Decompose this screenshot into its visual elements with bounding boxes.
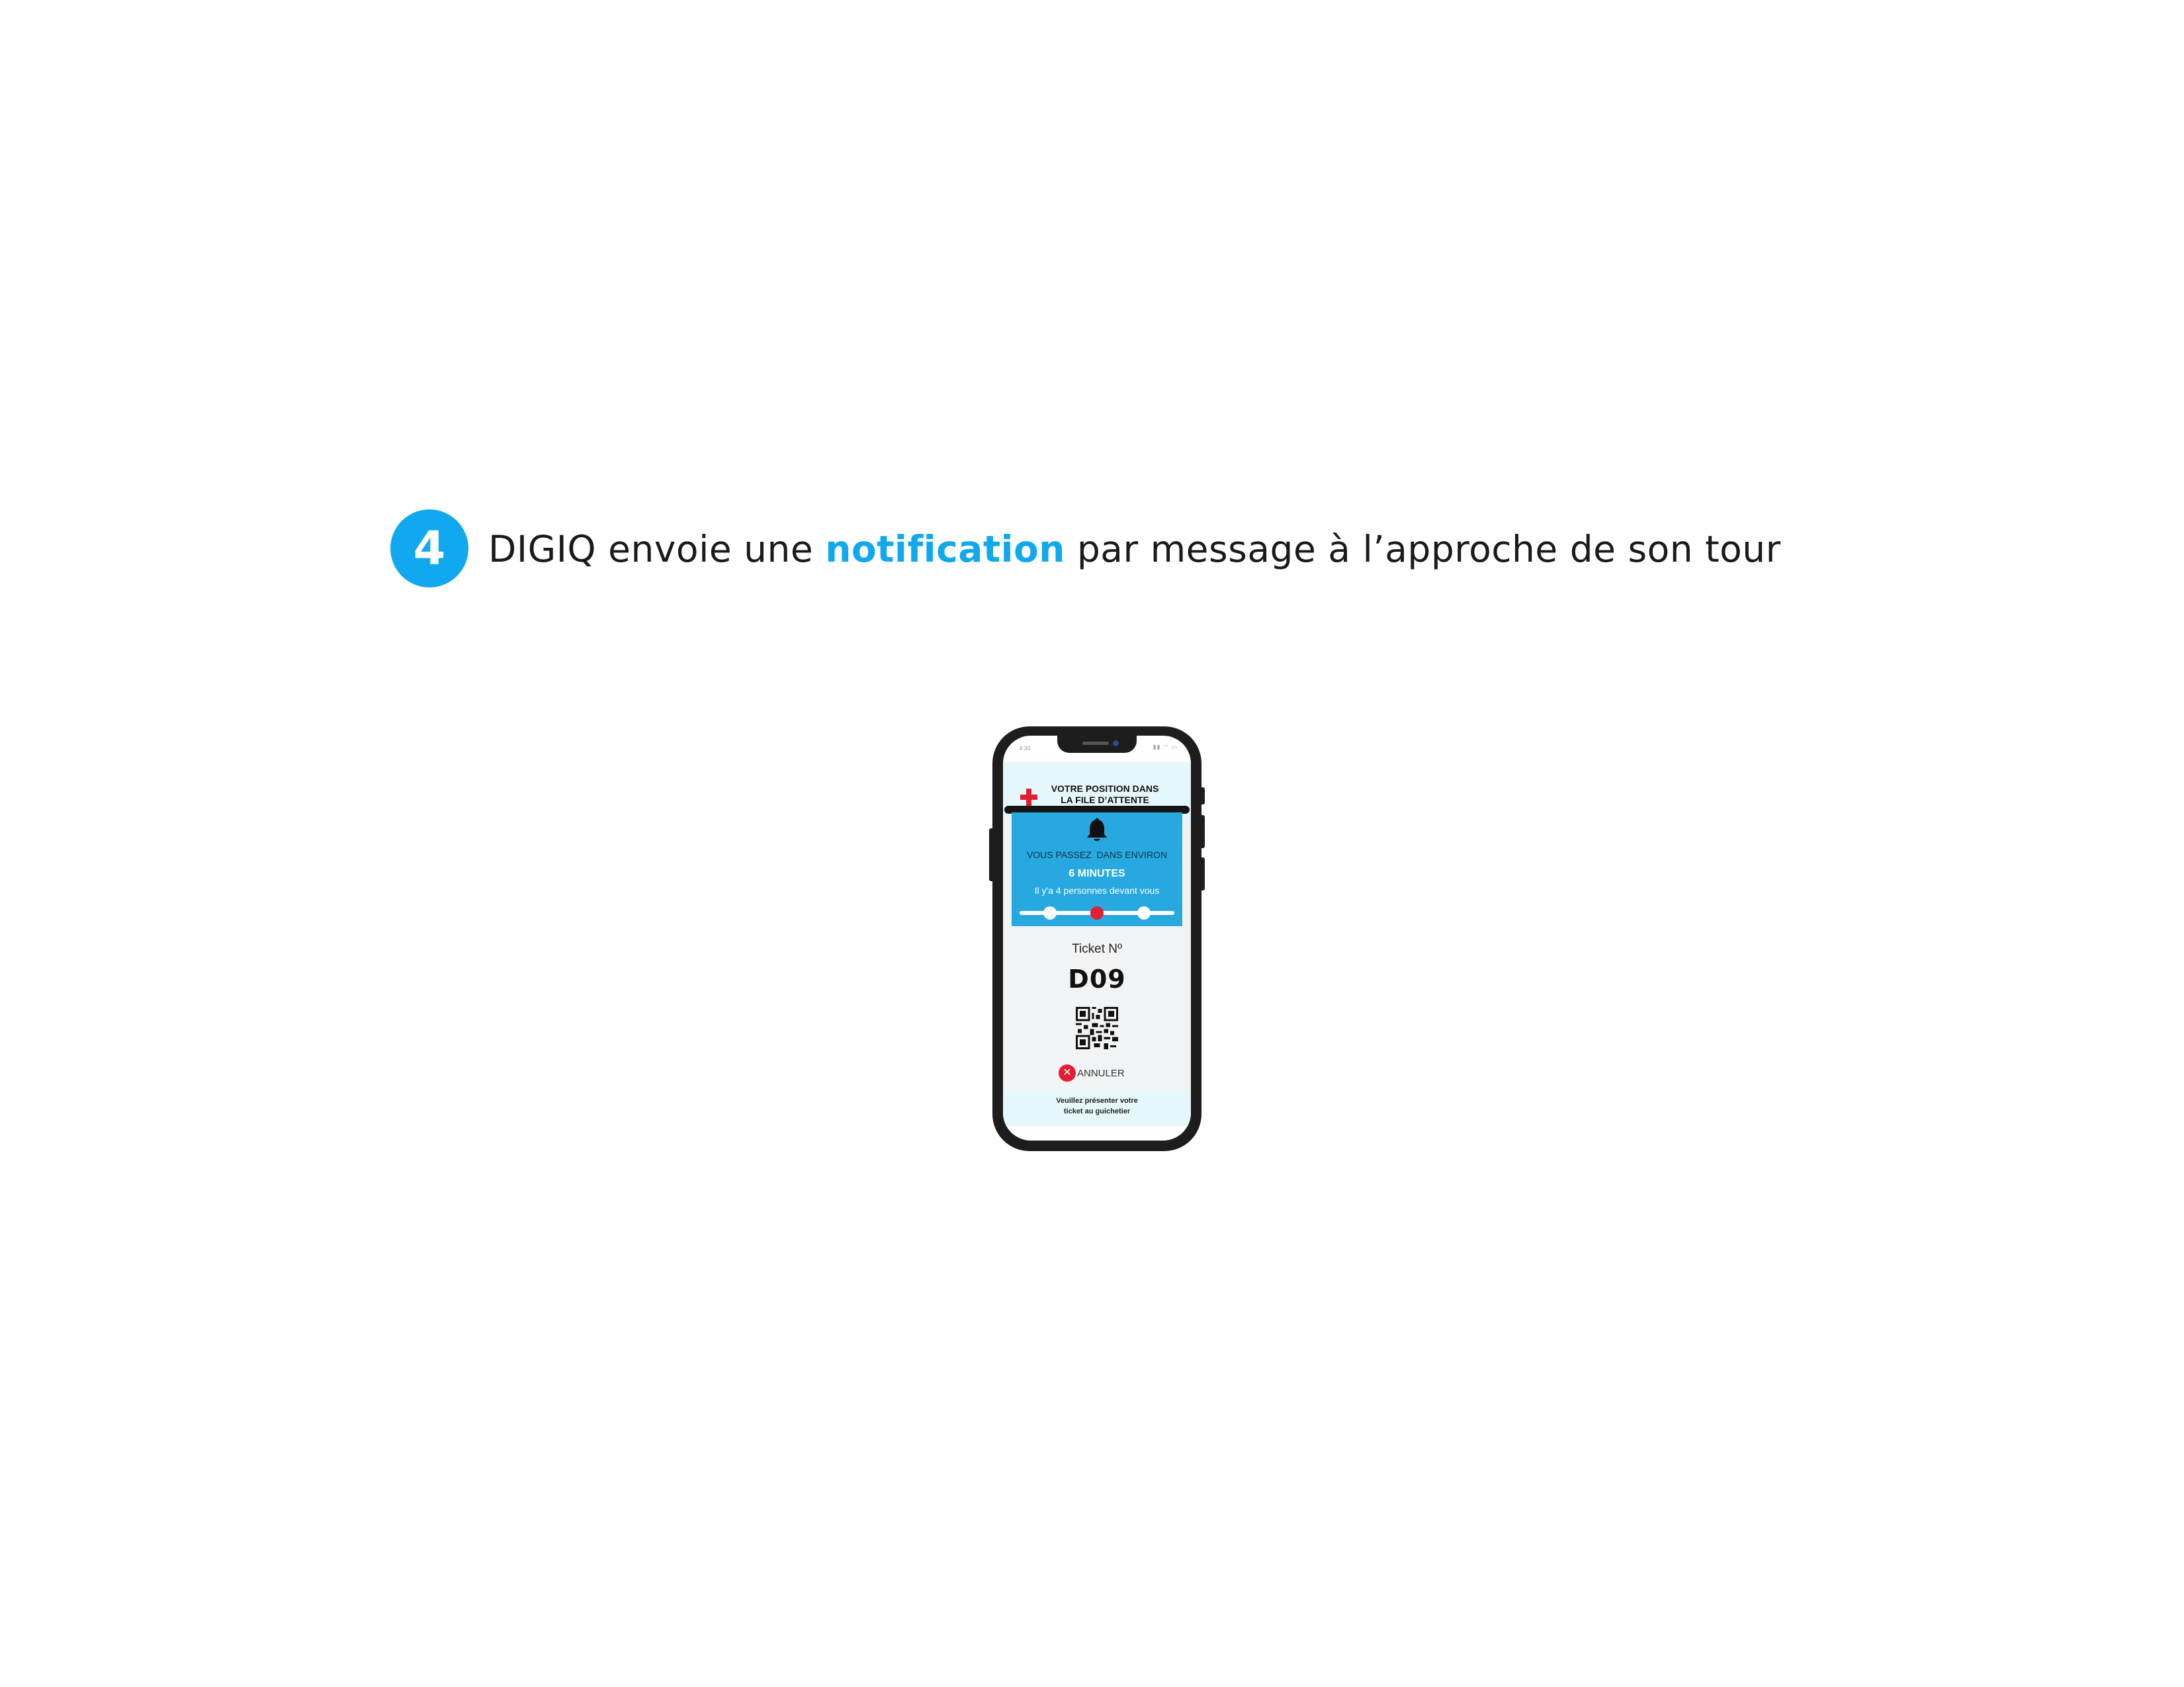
progress-dot-current [1090, 906, 1104, 920]
notification-eta-label: VOUS PASSEZ DANS ENVIRON [1026, 849, 1168, 860]
qr-code-icon [1076, 1007, 1118, 1049]
progress-dot [1043, 906, 1057, 920]
notification-card[interactable]: VOUS PASSEZ DANS ENVIRON 6 MINUTES Il y'… [1012, 812, 1182, 926]
cancel-label: ANNULER [1077, 1067, 1125, 1079]
headline-text-before: DIGIQ envoie une [488, 528, 826, 570]
headline-highlight: notification [825, 528, 1065, 570]
step-number-badge: 4 [390, 509, 468, 587]
progress-dot [1137, 906, 1151, 920]
notification-minutes: 6 MINUTES [1069, 868, 1125, 879]
headline-text-after: par message à l’approche de son tour [1065, 528, 1781, 570]
app-footer: Veuillez présenter votre ticket au guich… [1003, 1090, 1191, 1126]
status-icons: ▮▮ ◠ ▭ [1153, 744, 1178, 750]
camera-icon [1113, 740, 1119, 746]
ticket-label: Ticket Nº [1072, 942, 1122, 956]
header-title-line2: LA FILE D’ATTENTE [1061, 795, 1149, 805]
status-time: 4:30 [1019, 745, 1031, 752]
cancel-button[interactable]: ✕ ANNULER [1059, 1064, 1125, 1082]
header-title-line1: VOTRE POSITION DANS [1051, 783, 1159, 794]
phone-notch [1057, 736, 1137, 753]
headline: DIGIQ envoie une notification par messag… [488, 519, 1781, 579]
speaker-grille [1082, 742, 1109, 745]
notification-people-ahead: Il y'a 4 personnes devant vous [1034, 885, 1160, 896]
footer-instructions: Veuillez présenter votre ticket au guich… [1003, 1096, 1191, 1117]
footer-line2: ticket au guichetier [1063, 1107, 1131, 1115]
red-cross-icon [1020, 789, 1037, 806]
bell-icon [1087, 818, 1107, 842]
footer-line1: Veuillez présenter votre [1056, 1097, 1138, 1105]
close-icon: ✕ [1059, 1064, 1076, 1082]
phone-mockup: 4:30 ▮▮ ◠ ▭ VOTRE POSITION DANS LA FILE … [992, 726, 1201, 1151]
queue-app: VOTRE POSITION DANS LA FILE D’ATTENTE VO… [1003, 762, 1191, 1126]
header-title: VOTRE POSITION DANS LA FILE D’ATTENTE [1040, 783, 1170, 806]
phone-screen: 4:30 ▮▮ ◠ ▭ VOTRE POSITION DANS LA FILE … [1003, 736, 1191, 1141]
ticket-number: D09 [1068, 965, 1126, 994]
